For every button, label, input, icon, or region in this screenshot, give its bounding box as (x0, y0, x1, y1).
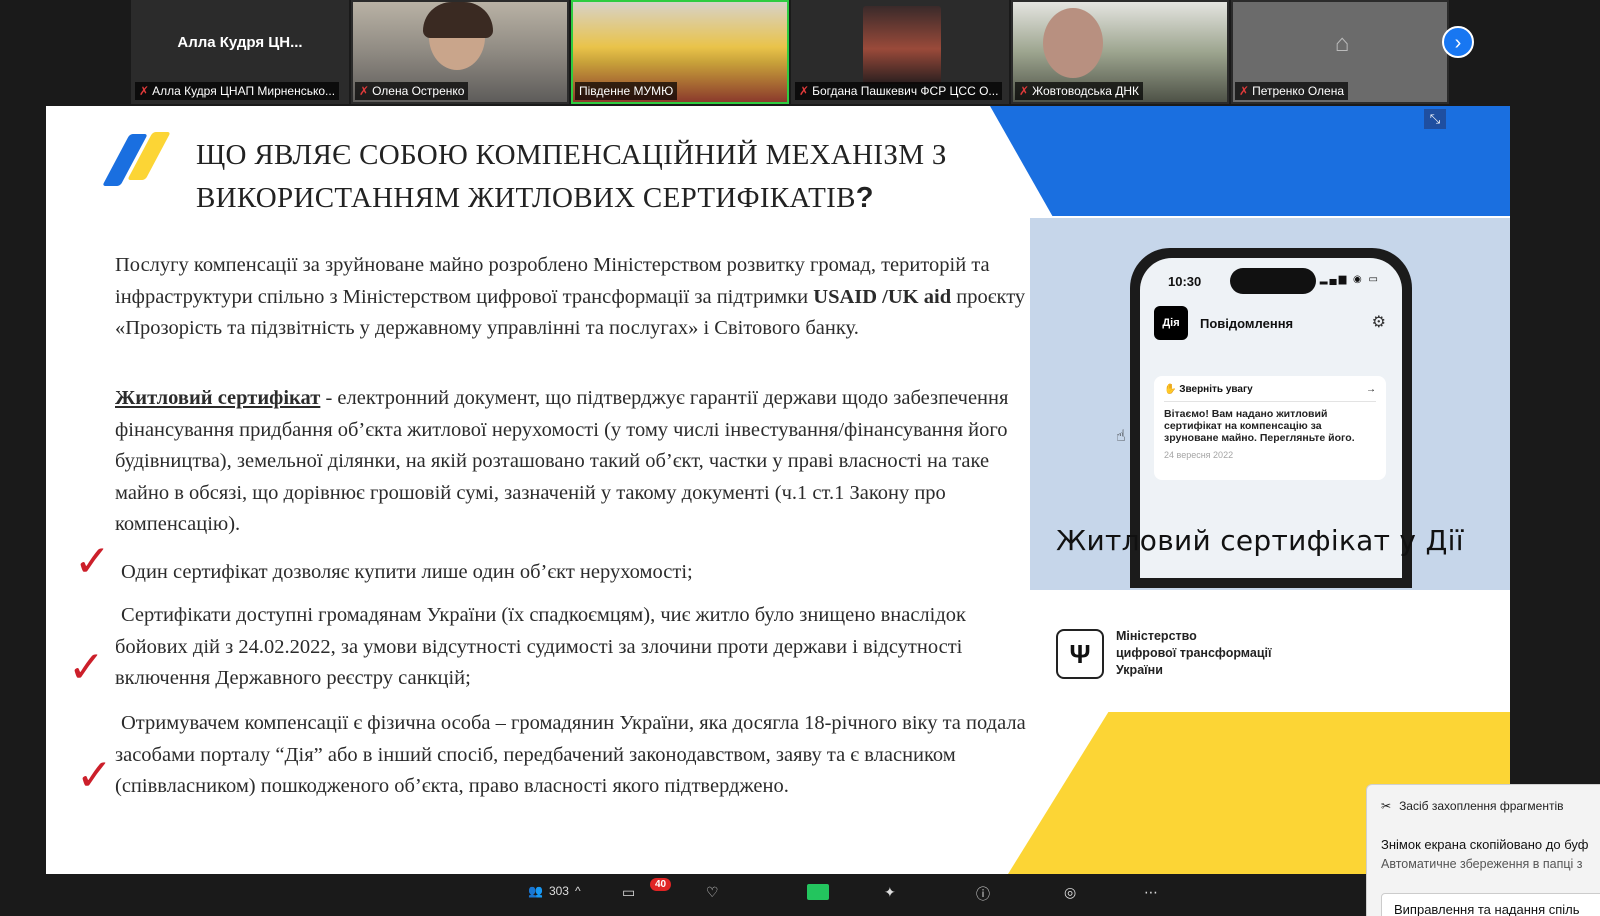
slide-title-line1: ЩО ЯВЛЯЄ СОБОЮ КОМПЕНСАЦІЙНИЙ МЕХАНІЗМ З (196, 139, 947, 171)
participant-strip: Алла Кудря ЦН... ✗ Алла Кудря ЦНАП Мирне… (131, 0, 1449, 104)
paragraph-intro: Послугу компенсації за зруйноване майно … (115, 250, 1030, 345)
share-screen-button[interactable] (807, 884, 829, 900)
exit-fullscreen-icon[interactable]: ⤡ (1424, 109, 1446, 129)
toast-subtext: Автоматичне збереження в папці з (1381, 857, 1583, 871)
breakout-button[interactable]: ◎ (1064, 884, 1076, 901)
definition-term: Житловий сертифікат (115, 387, 321, 409)
participant-label-text: Жовтоводська ДНК (1032, 84, 1140, 98)
phone-time: 10:30 (1168, 274, 1202, 289)
paragraph-definition: Житловий сертифікат - електронний докуме… (115, 383, 1030, 541)
paragraph-intro-bold: USAID /UK aid (813, 285, 952, 308)
bullet-one-certificate: Один сертифікат дозволяє купити лише оди… (121, 561, 693, 583)
participant-name-display: Алла Кудря ЦН... (177, 34, 303, 51)
people-icon: 👥 (528, 884, 543, 898)
phone-promo-panel: 10:30 ▂▄▆ ◉ ▭ Дія Повідомлення ⚙ ✋ Зверн… (1030, 218, 1510, 590)
meeting-toolbar: 👥 303 ^ ▭ 40 ♡ ✦ ⓘ ◎ ⋯ (0, 874, 1600, 916)
zoom-window: Алла Кудря ЦН... ✗ Алла Кудря ЦНАП Мирне… (0, 0, 1600, 916)
notifications-header: Повідомлення (1200, 316, 1294, 331)
participant-label: Південне МУМЮ (575, 82, 678, 100)
participant-tile[interactable]: ✗ Богдана Пашкевич ФСР ЦСС О... (791, 0, 1009, 104)
certificate-caption: Житловий сертифікат у Дії (1056, 524, 1464, 557)
participant-label: ✗ Олена Остренко (355, 82, 469, 100)
bullet-recipient: Отримувачем компенсації є фізична особа … (115, 712, 1026, 798)
participant-label: ✗ Жовтоводська ДНК (1015, 82, 1144, 100)
notification-card-date: 24 вересня 2022 (1164, 450, 1234, 460)
checkmark-icon: ✓ (76, 750, 113, 801)
ministry-name-line3: України (1116, 663, 1163, 677)
participant-label: ✗ Богдана Пашкевич ФСР ЦСС О... (795, 82, 1003, 100)
participants-count: 303 (548, 884, 569, 898)
diia-app-icon: Дія (1154, 306, 1188, 340)
mic-muted-icon: ✗ (1239, 84, 1250, 98)
bullet-eligibility: Сертифікати доступні громадянам України … (115, 604, 966, 690)
participant-label: ✗ Петренко Олена (1235, 82, 1349, 100)
participant-label-text: Алла Кудря ЦНАП Мирненсько... (152, 84, 336, 98)
participant-photo (863, 6, 941, 84)
diia-logo-mark (102, 132, 171, 188)
notification-card-head: ✋ Зверніть увагу → (1164, 384, 1376, 402)
participant-tile-active[interactable]: Південне МУМЮ (571, 0, 789, 104)
chat-button[interactable]: ▭ (622, 884, 635, 901)
participant-label-text: Петренко Олена (1252, 84, 1345, 98)
chevron-up-icon: ^ (574, 884, 581, 898)
arrow-right-icon: → (1366, 384, 1376, 395)
mic-muted-icon: ✗ (359, 84, 370, 98)
no-video-icon: ⌂ (1334, 30, 1350, 57)
mic-muted-icon: ✗ (1019, 84, 1030, 98)
scissors-icon: ✂ (1381, 799, 1392, 813)
definition-text: - електронний документ, що підтверджує г… (115, 387, 1009, 536)
gear-icon: ⚙ (1371, 314, 1386, 331)
next-participants-button[interactable]: › (1442, 26, 1474, 58)
hand-cursor-icon: ☝ (1116, 428, 1126, 445)
toast-message: Знімок екрана скопійовано до буф (1381, 837, 1589, 852)
apps-button[interactable]: ✦ (884, 884, 896, 901)
more-button[interactable]: ⋯ (1144, 884, 1158, 901)
slide-title: ЩО ЯВЛЯЄ СОБОЮ КОМПЕНСАЦІЙНИЙ МЕХАНІЗМ З… (196, 134, 956, 220)
mic-muted-icon: ✗ (139, 84, 150, 98)
toast-edit-share-button[interactable]: Виправлення та надання спіль (1381, 893, 1600, 916)
checkmark-icon: ✓ (68, 642, 105, 693)
info-button[interactable]: ⓘ (976, 884, 990, 904)
reactions-button[interactable]: ♡ (706, 884, 719, 901)
ministry-name: Міністерство цифрової трансформації Укра… (1116, 628, 1272, 679)
participant-label-text: Богдана Пашкевич ФСР ЦСС О... (812, 84, 999, 98)
trident-icon: Ψ (1056, 628, 1104, 679)
ministry-logo: Ψ Міністерство цифрової трансформації Ук… (1056, 628, 1272, 679)
snipping-tool-toast[interactable]: ✂ Засіб захоплення фрагментів Знімок екр… (1366, 784, 1600, 916)
ministry-name-line2: цифрової трансформації (1116, 646, 1272, 660)
notification-card-title: Зверніть увагу (1179, 384, 1253, 395)
participant-hair (423, 2, 493, 38)
checkmark-icon: ✓ (74, 536, 111, 587)
participant-tile[interactable]: ✗ Олена Остренко (351, 0, 569, 104)
chat-badge: 40 (650, 878, 672, 891)
participant-tile[interactable]: ⌂ ✗ Петренко Олена (1231, 0, 1449, 104)
participant-label: ✗ Алла Кудря ЦНАП Мирненсько... (135, 82, 340, 100)
toast-app-row: ✂ Засіб захоплення фрагментів (1381, 799, 1564, 813)
slide-title-line2: ВИКОРИСТАННЯМ ЖИТЛОВИХ СЕРТИФІКАТІВ (196, 182, 856, 214)
notification-card: ✋ Зверніть увагу → Вітаємо! Вам надано ж… (1154, 376, 1386, 480)
slide-title-question: ? (855, 182, 874, 214)
hand-icon: ✋ (1164, 384, 1177, 395)
notification-card-body: Вітаємо! Вам надано житловий сертифікат … (1164, 408, 1355, 444)
participant-tile[interactable]: Алла Кудря ЦН... ✗ Алла Кудря ЦНАП Мирне… (131, 0, 349, 104)
dynamic-island (1230, 268, 1316, 294)
status-icons: ▂▄▆ ◉ ▭ (1319, 274, 1380, 285)
participant-label-text: Олена Остренко (372, 84, 465, 98)
ministry-name-line1: Міністерство (1116, 629, 1197, 643)
participant-label-text: Південне МУМЮ (579, 84, 674, 98)
participants-button[interactable]: 👥 303 ^ (528, 884, 581, 898)
participant-tile[interactable]: ✗ Жовтоводська ДНК (1011, 0, 1229, 104)
shared-slide: ⤡ ЩО ЯВЛЯЄ СОБОЮ КОМПЕНСАЦІЙНИЙ МЕХАНІЗМ… (46, 106, 1510, 874)
participant-face (1043, 8, 1103, 78)
mic-muted-icon: ✗ (799, 84, 810, 98)
toast-app-name: Засіб захоплення фрагментів (1399, 799, 1564, 813)
